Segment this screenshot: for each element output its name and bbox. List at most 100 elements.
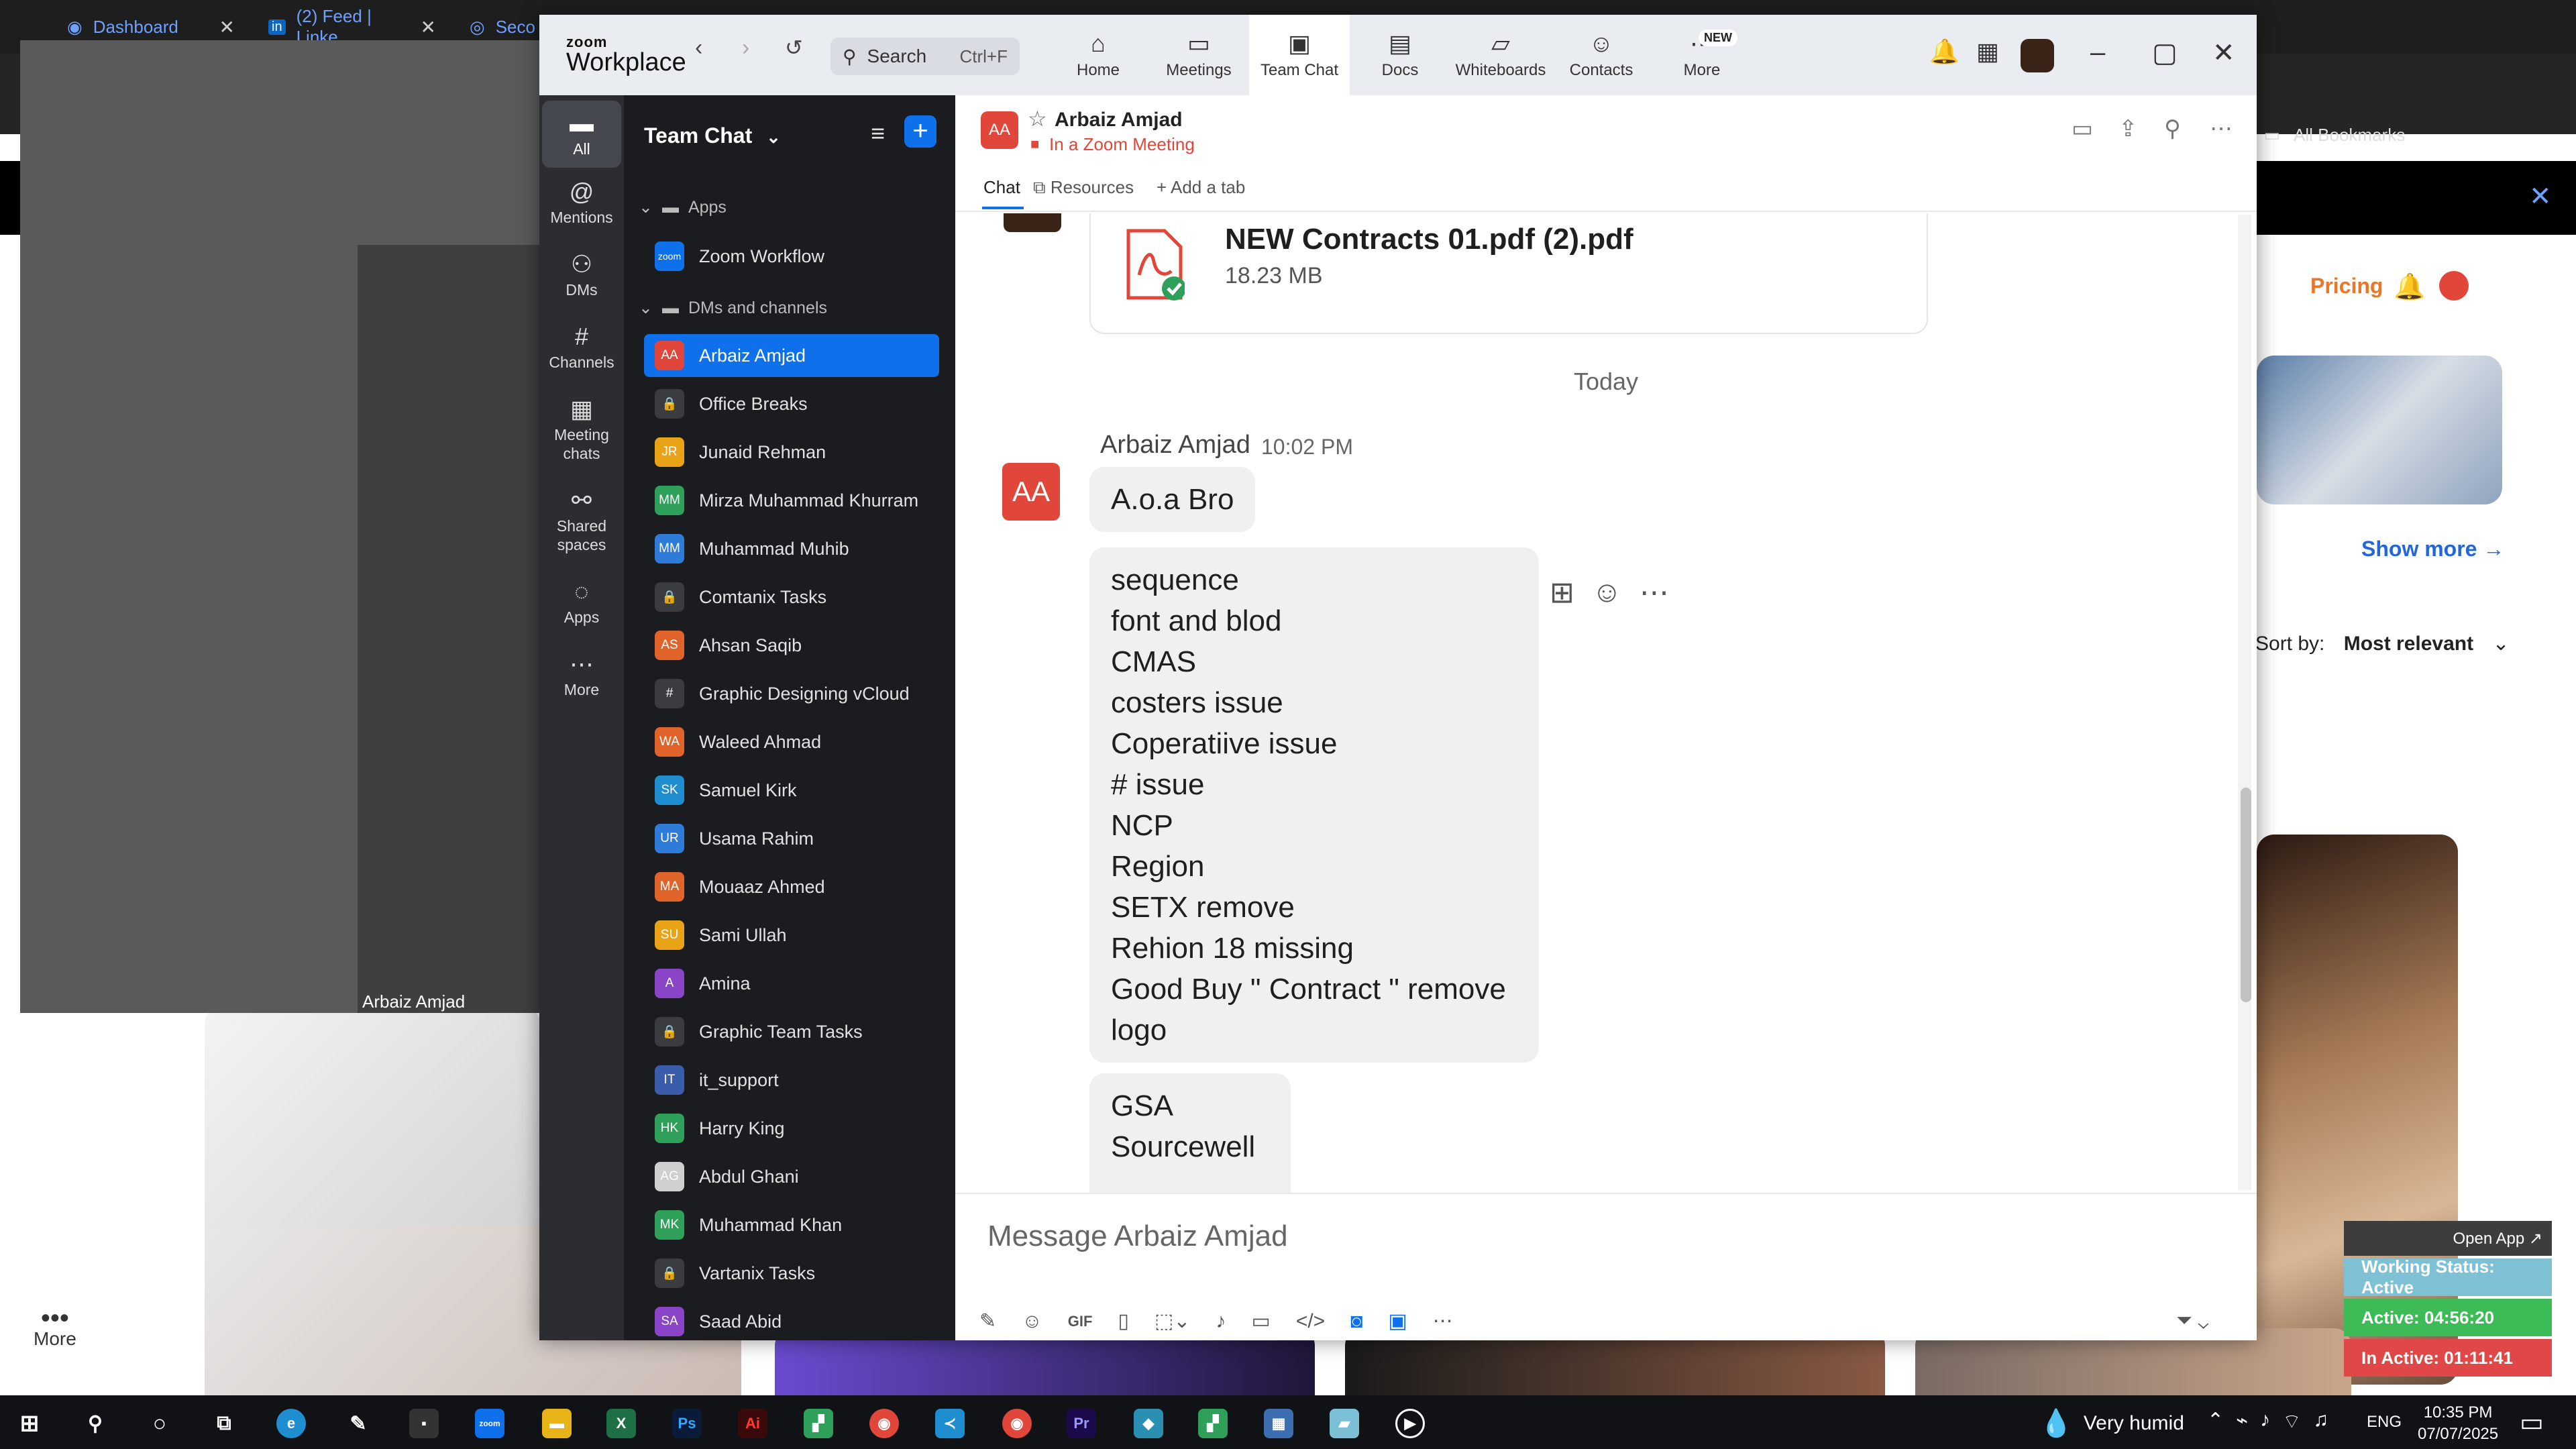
app-icon[interactable]: ▣ — [1388, 1309, 1407, 1333]
task-view-icon[interactable]: ⧉ — [209, 1409, 239, 1438]
minimize-icon[interactable]: – — [2090, 38, 2105, 68]
chrome-icon[interactable]: ◉ — [1002, 1409, 1032, 1438]
gif-icon[interactable]: GIF — [1068, 1313, 1093, 1330]
file-name[interactable]: NEW Contracts 01.pdf (2).pdf — [1225, 223, 1633, 256]
app-icon[interactable]: ▞ — [804, 1409, 833, 1438]
rail-more[interactable]: ⋯ More — [542, 648, 621, 699]
add-tab-button[interactable]: + Add a tab — [1157, 177, 1245, 198]
avatar[interactable] — [2439, 271, 2469, 301]
rail-all[interactable]: ▬ All — [542, 101, 621, 168]
rail-dms[interactable]: ⚇ DMs — [542, 248, 621, 299]
sidebar-item[interactable]: UR Usama Rahim — [644, 817, 939, 860]
scrollbar[interactable] — [2238, 215, 2251, 1190]
clock[interactable]: 10:35 PM 07/07/2025 — [2418, 1402, 2498, 1445]
close-tab-icon[interactable]: ✕ — [421, 16, 436, 38]
rail-mentions[interactable]: @ Mentions — [542, 176, 621, 227]
sidebar-item[interactable]: A Amina — [644, 962, 939, 1005]
acrobat-icon[interactable]: Ai — [738, 1409, 767, 1438]
tab-whiteboards[interactable]: ▱ Whiteboards — [1450, 15, 1551, 95]
tab-home[interactable]: ⌂ Home — [1048, 15, 1148, 95]
star-icon[interactable]: ☆ — [1028, 106, 1047, 131]
rail-apps[interactable]: ◌ Apps — [542, 576, 621, 627]
chat-title[interactable]: Arbaiz Amjad — [1055, 109, 1183, 131]
sidebar-title[interactable]: Team Chat ⌄ — [644, 123, 781, 148]
sort-by[interactable]: Sort by: Most relevant ⌄ — [2255, 632, 2510, 655]
sidebar-item[interactable]: MA Mouaaz Ahmed — [644, 865, 939, 908]
excel-icon[interactable]: X — [606, 1409, 636, 1438]
network-icon[interactable]: ⌁ — [2236, 1409, 2248, 1434]
more-menu[interactable]: ••• More — [34, 1305, 76, 1350]
new-chat-button[interactable]: + — [904, 115, 936, 148]
terminal-icon[interactable]: ▪ — [409, 1409, 439, 1438]
more-options-icon[interactable]: ⋯ — [1640, 576, 1669, 610]
sidebar-item[interactable]: MM Mirza Muhammad Khurram — [644, 479, 939, 522]
notification-icon[interactable]: ▭ — [2520, 1407, 2544, 1438]
search-icon[interactable]: ⚲ — [2164, 115, 2181, 142]
sidebar-item[interactable]: IT it_support — [644, 1059, 939, 1102]
message-bubble[interactable]: GSA Sourcewell — [1089, 1073, 1291, 1193]
history-icon[interactable]: ↺ — [785, 35, 803, 60]
emoji-icon[interactable]: ☺ — [1022, 1310, 1042, 1333]
file-icon[interactable]: ▯ — [1118, 1309, 1129, 1333]
reply-icon[interactable]: ⊞ — [1550, 576, 1574, 610]
back-icon[interactable]: ‹ — [695, 35, 702, 61]
rail-meeting-chats[interactable]: ▦ Meeting chats — [542, 393, 621, 463]
avatar[interactable]: AA — [1002, 463, 1060, 521]
file-attachment[interactable]: NEW Contracts 01.pdf (2).pdf 18.23 MB — [1089, 213, 1928, 334]
edge-icon[interactable]: e — [276, 1409, 306, 1438]
tab-more[interactable]: ⋯ More NEW — [1652, 15, 1752, 95]
scrollbar-thumb[interactable] — [2241, 788, 2251, 1002]
sidebar-item[interactable]: SU Sami Ullah — [644, 914, 939, 957]
bell-icon[interactable]: 🔔 — [2394, 272, 2425, 302]
emoji-react-icon[interactable]: ☺ — [1592, 576, 1622, 610]
close-banner-icon[interactable]: ✕ — [2529, 181, 2552, 212]
message-bubble[interactable]: A.o.a Bro — [1089, 467, 1256, 532]
sidebar-item[interactable]: AS Ahsan Saqib — [644, 624, 939, 667]
volume-icon[interactable]: ♫ — [2313, 1409, 2328, 1434]
send-options-icon[interactable]: ⏷ ⌄ — [2176, 1309, 2209, 1332]
app-icon[interactable]: ◙ — [1350, 1310, 1362, 1333]
language-indicator[interactable]: ENG — [2367, 1413, 2402, 1432]
pricing-link[interactable]: Pricing — [2310, 274, 2383, 299]
rail-channels[interactable]: # Channels — [542, 321, 621, 372]
weather-widget[interactable]: 💧 Very humid — [2039, 1407, 2184, 1439]
media-player-icon[interactable]: ▶ — [1395, 1409, 1425, 1438]
file-explorer-icon[interactable]: ▬ — [542, 1409, 572, 1438]
zoom-icon[interactable]: zoom — [475, 1409, 504, 1438]
sidebar-item[interactable]: SA Saad Abid — [644, 1300, 939, 1343]
app-icon[interactable]: ◆ — [1134, 1409, 1163, 1438]
vscode-icon[interactable]: ≺ — [935, 1409, 965, 1438]
screenshot-icon[interactable]: ⬚⌄ — [1155, 1309, 1190, 1333]
chevron-up-icon[interactable]: ⌃ — [2207, 1409, 2224, 1434]
more-options-icon[interactable]: ⋯ — [2210, 115, 2233, 142]
tab-contacts[interactable]: ☺ Contacts — [1551, 15, 1652, 95]
microphone-icon[interactable]: ♪ — [1216, 1310, 1226, 1333]
sidebar-item[interactable]: HK Harry King — [644, 1107, 939, 1150]
premiere-icon[interactable]: Pr — [1067, 1409, 1096, 1438]
more-options-icon[interactable]: ⋯ — [1433, 1309, 1453, 1333]
cortana-icon[interactable]: ○ — [145, 1409, 174, 1438]
sidebar-item[interactable]: MK Muhammad Khan — [644, 1203, 939, 1246]
sidebar-item[interactable]: 🔒 Office Breaks — [644, 382, 939, 425]
close-icon[interactable]: ✕ — [2212, 38, 2235, 68]
app-icon[interactable]: ▰ — [1330, 1409, 1359, 1438]
video-message-icon[interactable]: ▭ — [1251, 1309, 1270, 1333]
avatar[interactable] — [2021, 39, 2054, 72]
code-icon[interactable]: </> — [1296, 1310, 1325, 1333]
sidebar-item[interactable]: 🔒 Vartanix Tasks — [644, 1252, 939, 1295]
apps-section-header[interactable]: ⌄ ▬ Apps — [639, 197, 727, 217]
sidebar-item[interactable]: WA Waleed Ahmad — [644, 720, 939, 763]
video-call-icon[interactable]: ▭ — [2072, 115, 2093, 142]
compose-area[interactable]: Message Arbaiz Amjad ✎ ☺ GIF ▯ ⬚⌄ ♪ ▭ </… — [955, 1193, 2257, 1340]
all-bookmarks-link[interactable]: All Bookmarks — [2294, 125, 2405, 146]
sidebar-item[interactable]: 🔒 Comtanix Tasks — [644, 576, 939, 619]
filter-icon[interactable]: ≡ — [871, 119, 885, 148]
sidebar-item[interactable]: 🔒 Graphic Team Tasks — [644, 1010, 939, 1053]
message-input[interactable]: Message Arbaiz Amjad — [987, 1220, 1288, 1253]
tab-resources[interactable]: ⧉ Resources — [1033, 177, 1134, 199]
avatar[interactable]: AA — [981, 111, 1018, 149]
microphone-icon[interactable]: ♪ — [2260, 1409, 2270, 1434]
tab-team-chat[interactable]: ▣ Team Chat — [1249, 15, 1350, 95]
sidebar-item[interactable]: SK Samuel Kirk — [644, 769, 939, 812]
sidebar-item[interactable]: MM Muhammad Muhib — [644, 527, 939, 570]
